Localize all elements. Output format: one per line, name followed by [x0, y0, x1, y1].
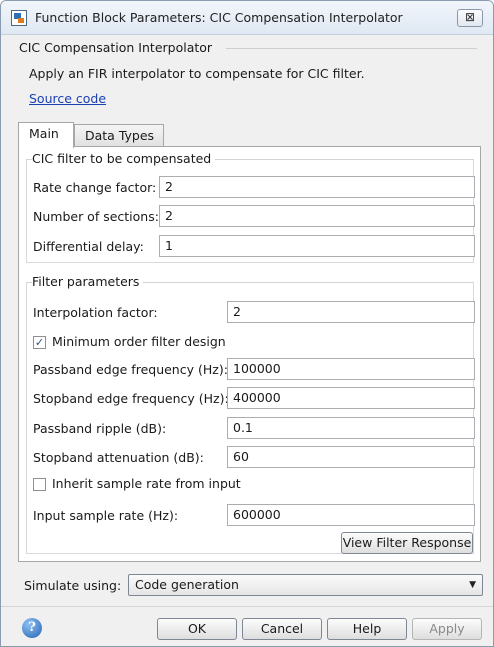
cancel-button[interactable]: Cancel	[242, 618, 322, 640]
input-rate-input[interactable]: 600000	[227, 504, 475, 526]
simulate-using-dropdown[interactable]: Code generation ▼	[128, 574, 483, 596]
simulate-using-value: Code generation	[135, 577, 239, 592]
passband-edge-label: Passband edge frequency (Hz):	[33, 362, 228, 377]
title-bar: Function Block Parameters: CIC Compensat…	[1, 1, 493, 35]
tab-main[interactable]: Main	[18, 122, 74, 148]
stopband-atten-label: Stopband attenuation (dB):	[33, 450, 204, 465]
stopband-edge-input[interactable]: 400000	[227, 387, 475, 409]
apply-button[interactable]: Apply	[412, 618, 482, 640]
button-bar-divider	[1, 606, 493, 607]
stopband-edge-label: Stopband edge frequency (Hz):	[33, 391, 229, 406]
heading-divider	[226, 48, 477, 49]
diff-delay-input[interactable]: 1	[159, 235, 475, 257]
rate-change-label: Rate change factor:	[33, 180, 157, 195]
passband-edge-input[interactable]: 100000	[227, 358, 475, 380]
block-description: Apply an FIR interpolator to compensate …	[29, 66, 365, 81]
window-title: Function Block Parameters: CIC Compensat…	[35, 10, 403, 25]
rate-change-input[interactable]: 2	[159, 176, 475, 198]
passband-ripple-input[interactable]: 0.1	[227, 417, 475, 439]
chevron-down-icon: ▼	[469, 580, 476, 590]
filter-group-title: Filter parameters	[32, 274, 144, 289]
tab-data-types[interactable]: Data Types	[74, 124, 164, 147]
source-code-link[interactable]: Source code	[29, 91, 106, 106]
cic-group-title: CIC filter to be compensated	[32, 151, 216, 166]
input-rate-label: Input sample rate (Hz):	[33, 508, 179, 523]
simulate-using-label: Simulate using:	[24, 578, 122, 593]
num-sections-input[interactable]: 2	[159, 205, 475, 227]
stopband-atten-input[interactable]: 60	[227, 446, 475, 468]
dialog-window: Function Block Parameters: CIC Compensat…	[0, 0, 494, 647]
help-icon[interactable]: ?	[22, 618, 42, 638]
num-sections-label: Number of sections:	[33, 209, 159, 224]
close-button[interactable]: ⊠	[457, 9, 483, 27]
help-button[interactable]: Help	[327, 618, 407, 640]
inherit-rate-label: Inherit sample rate from input	[52, 476, 241, 491]
interp-factor-label: Interpolation factor:	[33, 305, 158, 320]
diff-delay-label: Differential delay:	[33, 239, 144, 254]
main-tab-panel: CIC filter to be compensated Rate change…	[18, 146, 481, 562]
passband-ripple-label: Passband ripple (dB):	[33, 421, 167, 436]
inherit-rate-checkbox[interactable]	[33, 478, 46, 491]
view-filter-response-button[interactable]: View Filter Response	[341, 532, 473, 554]
min-order-checkbox[interactable]: ✓	[33, 336, 46, 349]
simulink-block-icon	[11, 10, 27, 26]
block-name-heading: CIC Compensation Interpolator	[19, 40, 213, 55]
min-order-label: Minimum order filter design	[52, 334, 226, 349]
interp-factor-input[interactable]: 2	[227, 301, 475, 323]
ok-button[interactable]: OK	[157, 618, 237, 640]
